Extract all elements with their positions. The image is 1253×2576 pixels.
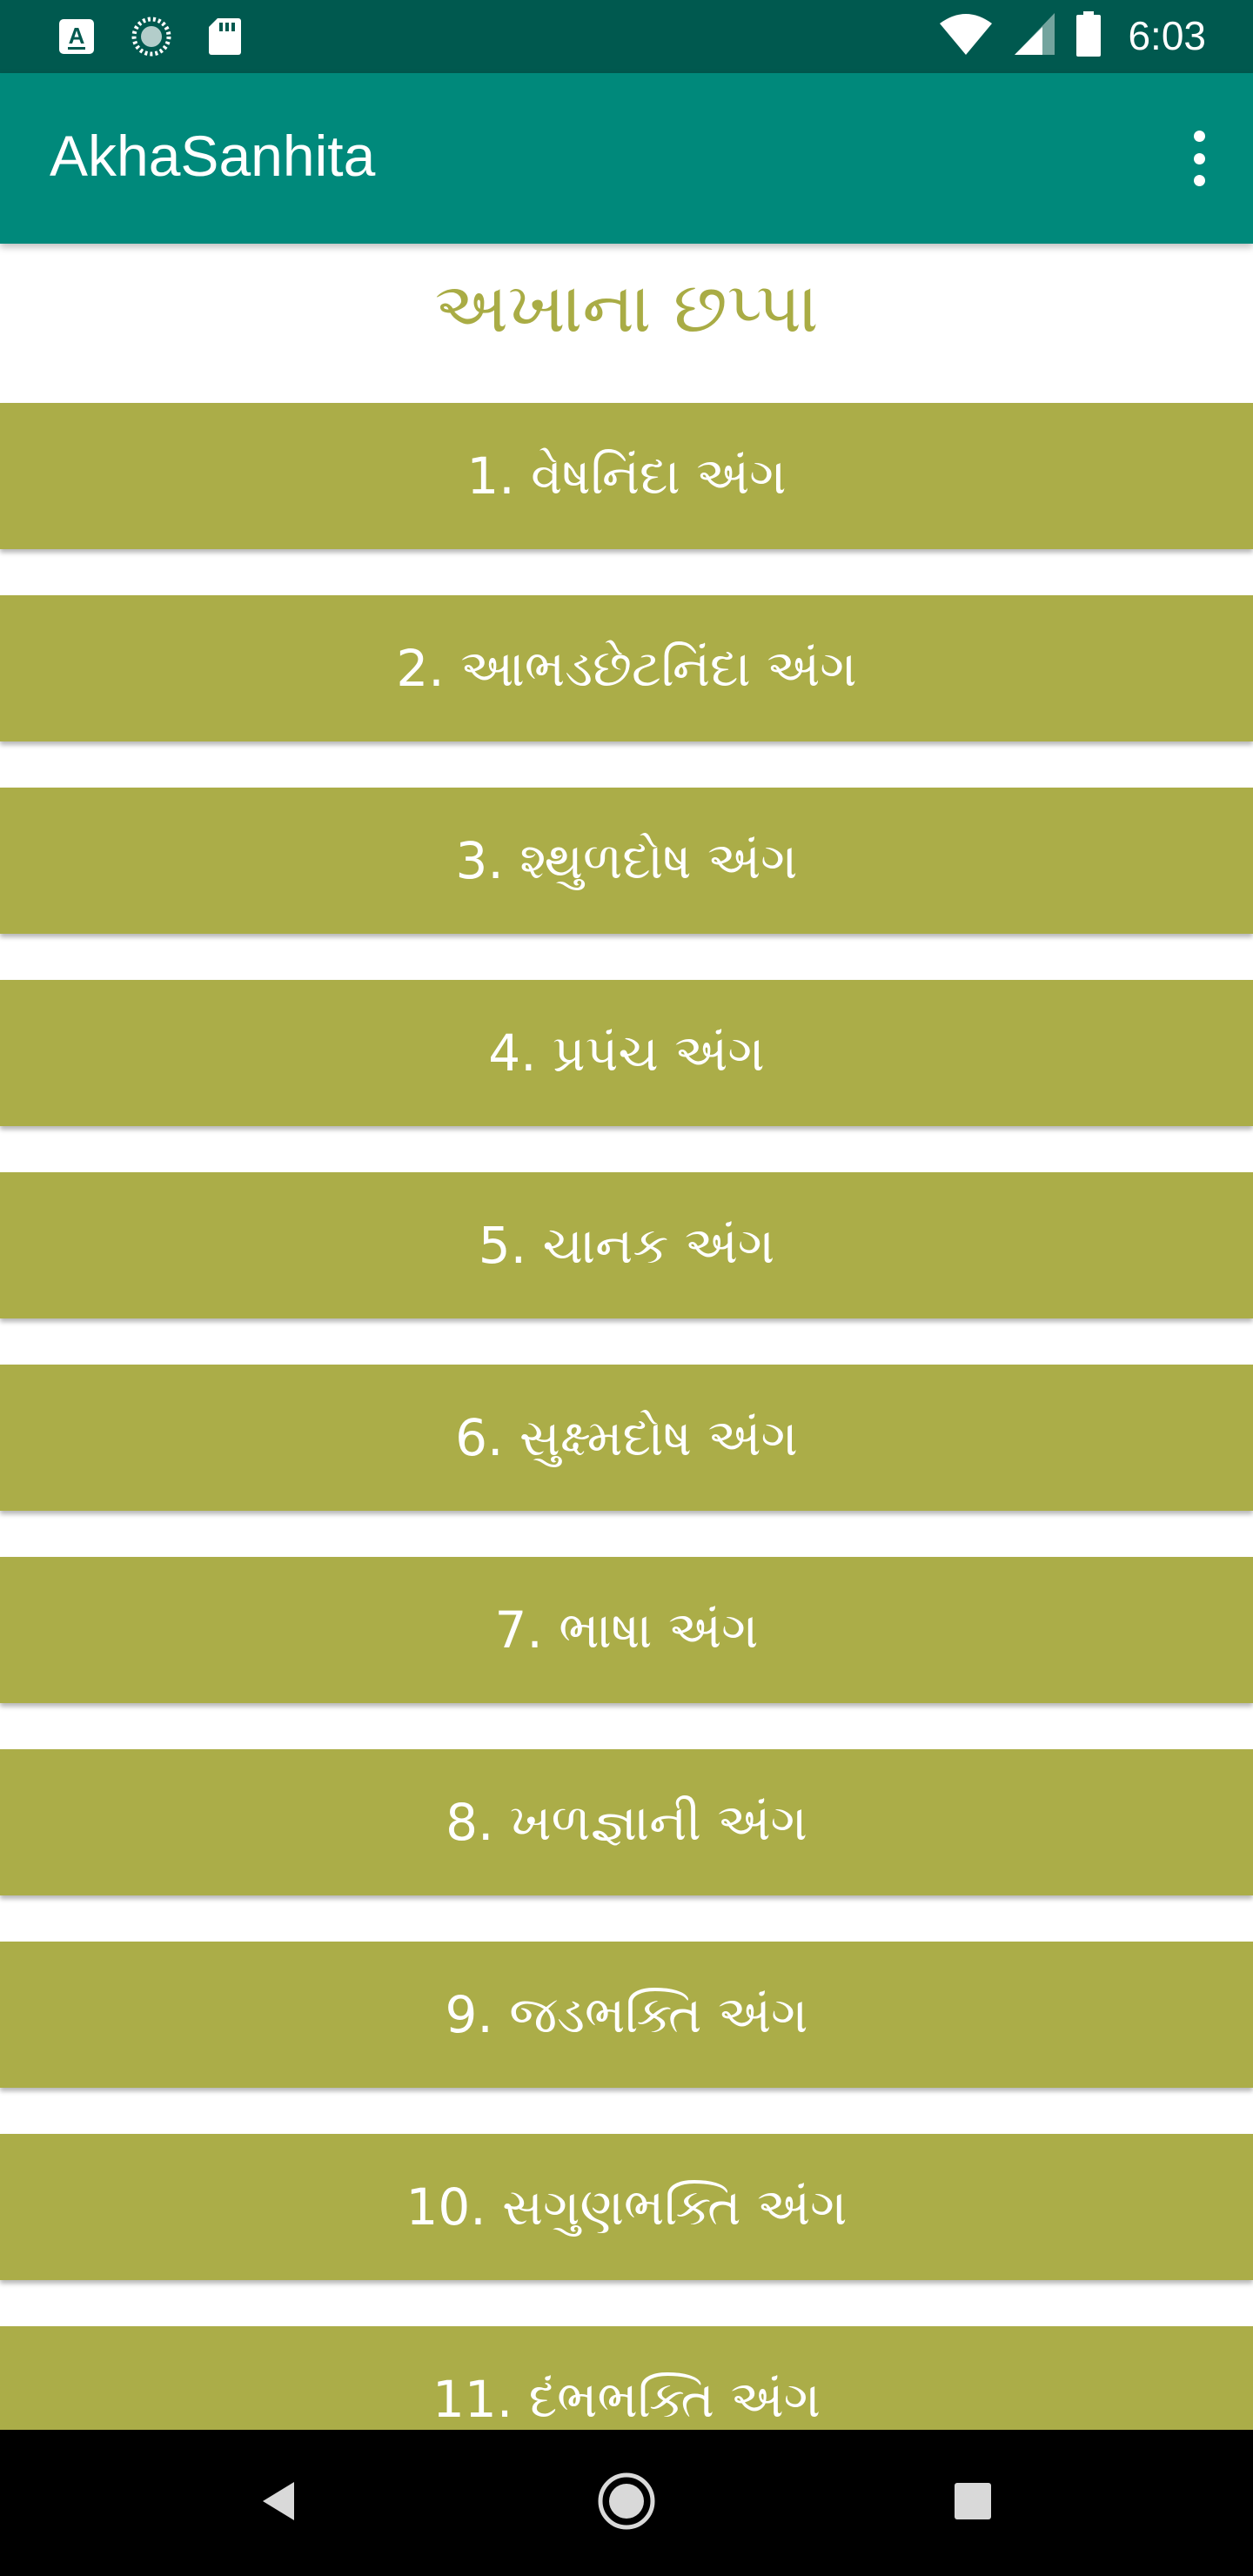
battery-icon bbox=[1075, 10, 1102, 61]
status-bar-system: 6:03 bbox=[938, 10, 1206, 61]
page-heading: અખાના છપ્પા bbox=[434, 267, 819, 348]
chapter-item-label: 10. સગુણભક્તિ અંગ bbox=[405, 2177, 848, 2237]
home-icon bbox=[596, 2471, 657, 2535]
more-vert-icon-dot bbox=[1193, 175, 1205, 186]
svg-text:A: A bbox=[69, 23, 85, 49]
status-bar: A 6:03 bbox=[0, 0, 1253, 73]
chapter-item-label: 6. સુક્ષ્મદોષ અંગ bbox=[455, 1407, 798, 1467]
chapter-item-label: 3. શ્થુળદોષ અંગ bbox=[455, 830, 798, 890]
chapter-item[interactable]: 11. દંભભક્તિ અંગ bbox=[0, 2326, 1253, 2430]
sd-card-icon bbox=[207, 17, 242, 60]
chapter-item-label: 11. દંભભક્તિ અંગ bbox=[432, 2369, 821, 2429]
wifi-icon bbox=[938, 11, 994, 60]
chapter-item[interactable]: 4. પ્રપંચ અંગ bbox=[0, 980, 1253, 1126]
chapter-item[interactable]: 6. સુક્ષ્મદોષ અંગ bbox=[0, 1365, 1253, 1511]
chapter-item[interactable]: 7. ભાષા અંગ bbox=[0, 1557, 1253, 1703]
content-area[interactable]: અખાના છપ્પા 1. વેષનિંદા અંગ 2. આભડછેટનિં… bbox=[0, 244, 1253, 2430]
chapter-item-label: 5. ચાનક અંગ bbox=[478, 1215, 775, 1275]
recents-button[interactable] bbox=[938, 2468, 1008, 2538]
home-button[interactable] bbox=[592, 2468, 661, 2538]
chapter-item-label: 9. જડભક્તિ અંગ bbox=[445, 1984, 808, 2044]
chapter-item[interactable]: 1. વેષનિંદા અંગ bbox=[0, 403, 1253, 549]
chapter-item[interactable]: 8. ખળજ્ઞાની અંગ bbox=[0, 1749, 1253, 1895]
a-notification-icon: A bbox=[57, 17, 96, 59]
app-title: AkhaSanhita bbox=[50, 124, 376, 188]
more-vert-icon-dot bbox=[1193, 131, 1205, 142]
back-icon bbox=[258, 2479, 299, 2527]
chapter-item-label: 7. ભાષા અંગ bbox=[494, 1600, 759, 1660]
navigation-bar bbox=[0, 2430, 1253, 2576]
more-vert-icon-dot bbox=[1193, 152, 1205, 164]
chapter-item-label: 1. વેષનિંદા અંગ bbox=[466, 446, 787, 506]
status-time: 6:03 bbox=[1128, 13, 1206, 58]
more-options-button[interactable] bbox=[1180, 124, 1218, 193]
chapter-list: 1. વેષનિંદા અંગ 2. આભડછેટનિંદા અંગ 3. શ્… bbox=[0, 403, 1253, 2430]
status-bar-notifications: A bbox=[57, 16, 242, 61]
chapter-item-label: 8. ખળજ્ઞાની અંગ bbox=[446, 1792, 807, 1852]
chapter-item-label: 4. પ્રપંચ અંગ bbox=[488, 1023, 765, 1083]
loading-notification-icon bbox=[131, 16, 172, 61]
back-button[interactable] bbox=[244, 2468, 313, 2538]
cell-signal-icon bbox=[1013, 11, 1056, 60]
recents-icon bbox=[952, 2480, 994, 2526]
chapter-item[interactable]: 2. આભડછેટનિંદા અંગ bbox=[0, 595, 1253, 741]
app-bar: AkhaSanhita bbox=[0, 73, 1253, 244]
chapter-item[interactable]: 3. શ્થુળદોષ અંગ bbox=[0, 788, 1253, 934]
chapter-item[interactable]: 10. સગુણભક્તિ અંગ bbox=[0, 2134, 1253, 2280]
chapter-item[interactable]: 9. જડભક્તિ અંગ bbox=[0, 1942, 1253, 2088]
chapter-item-label: 2. આભડછેટનિંદા અંગ bbox=[396, 638, 857, 698]
chapter-item[interactable]: 5. ચાનક અંગ bbox=[0, 1172, 1253, 1318]
